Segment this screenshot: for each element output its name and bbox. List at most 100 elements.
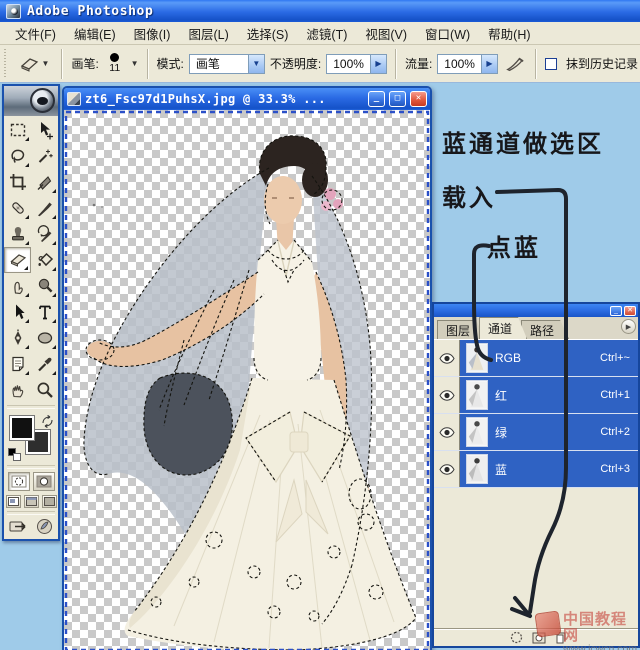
tool-dodge[interactable]: [31, 273, 58, 299]
tool-lasso[interactable]: [4, 143, 31, 169]
menu-item-help[interactable]: 帮助(H): [479, 21, 539, 46]
tab-paths[interactable]: 路径: [521, 320, 569, 339]
save-selection-button[interactable]: [532, 632, 546, 644]
menu-item-window[interactable]: 窗口(W): [416, 21, 479, 46]
tool-type[interactable]: [31, 299, 58, 325]
channel-row-rgb[interactable]: RGB Ctrl+~: [434, 340, 638, 377]
panel-tabs: 图层 通道 路径 ▶: [434, 317, 638, 340]
jump-to-imageready-icon[interactable]: [9, 518, 33, 535]
tool-pen[interactable]: [4, 325, 31, 351]
standard-screen-button[interactable]: [6, 495, 21, 508]
flow-spinner-button[interactable]: ▶: [481, 55, 497, 73]
panel-close-button[interactable]: ✕: [624, 306, 636, 316]
toolbox-banner[interactable]: [4, 86, 58, 116]
tab-channels[interactable]: 通道: [479, 317, 527, 339]
foreground-color-swatch[interactable]: [10, 416, 34, 440]
tool-brush[interactable]: [31, 195, 58, 221]
channels-panel: _ ✕ 图层 通道 路径 ▶ RGB Ctrl+~ 红 Ctrl+1: [432, 302, 640, 648]
default-colors-icon[interactable]: [8, 448, 21, 461]
jump-to-row: [4, 516, 58, 539]
tool-slice[interactable]: [31, 169, 58, 195]
separator: [395, 49, 397, 79]
visibility-toggle[interactable]: [434, 377, 460, 413]
tool-rect-marquee[interactable]: [4, 117, 31, 143]
new-channel-button[interactable]: [555, 632, 567, 644]
document-maximize-button[interactable]: □: [389, 91, 406, 107]
tool-healing-brush[interactable]: [4, 195, 31, 221]
fullscreen-menubar-button[interactable]: [24, 495, 39, 508]
mode-value: 画笔: [190, 55, 248, 73]
tool-history-brush[interactable]: [31, 221, 58, 247]
tool-paint-bucket[interactable]: [31, 247, 58, 273]
tool-shape[interactable]: [31, 325, 58, 351]
menu-item-filter[interactable]: 滤镜(T): [297, 21, 356, 46]
menu-item-view[interactable]: 视图(V): [356, 21, 416, 46]
menu-item-edit[interactable]: 编辑(E): [65, 21, 125, 46]
erase-history-checkbox[interactable]: [545, 58, 557, 70]
channel-row-green[interactable]: 绿 Ctrl+2: [434, 414, 638, 451]
brush-label: 画笔:: [71, 55, 98, 72]
tool-magic-wand[interactable]: [31, 143, 58, 169]
tab-paths-label: 路径: [530, 322, 554, 339]
tool-clone-stamp[interactable]: [4, 221, 31, 247]
visibility-toggle[interactable]: [434, 340, 460, 376]
brush-dropdown-caret[interactable]: ▼: [131, 59, 139, 68]
eye-logo-icon: [30, 88, 55, 113]
panel-button-bar: [434, 628, 638, 646]
tool-hand[interactable]: [4, 377, 31, 403]
opacity-input[interactable]: 100% ▶: [326, 54, 387, 74]
channel-thumbnail[interactable]: [466, 417, 488, 447]
panel-title-bar[interactable]: _ ✕: [434, 304, 638, 317]
quick-mask-button[interactable]: [33, 472, 55, 491]
menu-item-file[interactable]: 文件(F): [6, 21, 65, 46]
visibility-toggle[interactable]: [434, 451, 460, 487]
separator: [61, 49, 63, 79]
opacity-spinner-button[interactable]: ▶: [370, 55, 386, 73]
tab-layers[interactable]: 图层: [437, 320, 485, 339]
panel-menu-button[interactable]: ▶: [621, 319, 636, 334]
channel-thumbnail[interactable]: [466, 454, 488, 484]
eye-icon: [439, 390, 455, 401]
airbrush-toggle-icon[interactable]: [505, 55, 525, 73]
menu-item-select[interactable]: 选择(S): [238, 21, 298, 46]
app-title-bar[interactable]: Adobe Photoshop: [0, 0, 640, 22]
document-title-bar[interactable]: zt6_Fsc97d1PuhsX.jpg @ 33.3% ... _ □ ✕: [64, 88, 430, 110]
channel-shortcut: Ctrl+3: [600, 463, 630, 475]
tool-path-select[interactable]: [4, 299, 31, 325]
tool-dropdown-caret: ▼: [42, 59, 50, 68]
separator: [535, 49, 537, 79]
document-close-button[interactable]: ✕: [410, 91, 427, 107]
swap-colors-icon[interactable]: [41, 415, 54, 428]
current-tool-button[interactable]: ▼: [14, 52, 54, 76]
menu-item-layer[interactable]: 图层(L): [179, 21, 237, 46]
toolbox-separator: [7, 405, 55, 409]
standard-mode-button[interactable]: [8, 472, 30, 491]
tool-eyedropper[interactable]: [31, 351, 58, 377]
channel-row-blue[interactable]: 蓝 Ctrl+3: [434, 451, 638, 488]
tool-crop[interactable]: [4, 169, 31, 195]
imageready-logo-icon[interactable]: [36, 518, 53, 535]
mask-mode-row: [4, 470, 58, 493]
document-minimize-button[interactable]: _: [368, 91, 385, 107]
visibility-toggle[interactable]: [434, 414, 460, 450]
options-bar-grip[interactable]: [4, 49, 9, 79]
fullscreen-button[interactable]: [42, 495, 57, 508]
channel-thumbnail[interactable]: [466, 380, 488, 410]
tab-layers-label: 图层: [446, 322, 470, 339]
document-window: zt6_Fsc97d1PuhsX.jpg @ 33.3% ... _ □ ✕: [62, 86, 432, 650]
menu-item-image[interactable]: 图像(I): [125, 21, 180, 46]
tool-zoom[interactable]: [31, 377, 58, 403]
channel-thumbnail[interactable]: [466, 343, 488, 373]
tool-smudge[interactable]: [4, 273, 31, 299]
channel-row-red[interactable]: 红 Ctrl+1: [434, 377, 638, 414]
panel-minimize-button[interactable]: _: [610, 306, 622, 316]
load-selection-button[interactable]: [510, 631, 523, 644]
mode-select[interactable]: 画笔 ▼: [189, 54, 265, 74]
brush-preview[interactable]: 11: [104, 53, 126, 74]
flow-input[interactable]: 100% ▶: [437, 54, 498, 74]
tool-eraser[interactable]: [4, 247, 31, 273]
document-canvas[interactable]: [64, 110, 430, 650]
tool-notes[interactable]: [4, 351, 31, 377]
tool-move[interactable]: [31, 117, 58, 143]
mode-dropdown-button[interactable]: ▼: [248, 55, 264, 73]
